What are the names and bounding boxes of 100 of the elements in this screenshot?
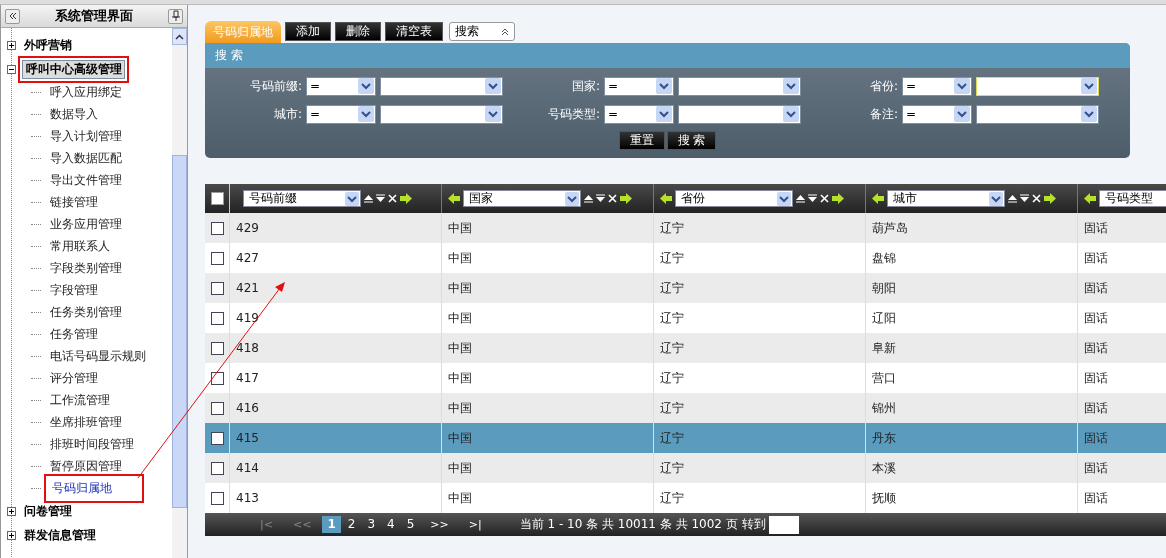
tree-item[interactable]: 常用联系人 [48, 236, 112, 256]
row-checkbox[interactable] [210, 341, 224, 355]
sort-ascending-icon[interactable] [364, 194, 373, 203]
operator-select[interactable]: = [604, 76, 674, 96]
value-select[interactable] [380, 76, 503, 96]
tree-toggle-icon[interactable] [7, 530, 16, 540]
tree-item[interactable]: 工作流管理 [48, 390, 112, 410]
select-all-checkbox[interactable] [210, 192, 224, 205]
table-row[interactable]: 427 中国 辽宁 盘锦 固话 [205, 243, 1166, 273]
column-select[interactable]: 号码类型 [1099, 190, 1166, 207]
value-select[interactable] [678, 76, 801, 96]
last-page-link[interactable]: >| [458, 518, 492, 531]
table-row[interactable]: 414 中国 辽宁 本溪 固话 [205, 453, 1166, 483]
collapse-icon[interactable] [5, 8, 20, 24]
move-left-icon[interactable] [660, 193, 672, 204]
scroll-up-icon[interactable] [175, 33, 184, 40]
tree-item[interactable]: 评分管理 [48, 368, 100, 388]
table-row[interactable]: 416 中国 辽宁 锦州 固话 [205, 393, 1166, 423]
column-select[interactable]: 省份 [675, 190, 793, 207]
tree-item[interactable]: 坐席排班管理 [48, 412, 124, 432]
column-select[interactable]: 国家 [463, 190, 581, 207]
row-checkbox[interactable] [210, 221, 224, 235]
tree-item[interactable]: 群发信息管理 [22, 525, 98, 545]
tree-item[interactable]: 外呼营销 [22, 35, 74, 55]
tree-item[interactable]: 数据导入 [48, 104, 100, 124]
next-page-link[interactable]: >> [420, 518, 459, 531]
tree-item[interactable]: 字段管理 [48, 280, 100, 300]
scrollbar[interactable] [172, 28, 187, 558]
sort-descending-icon[interactable] [376, 194, 385, 203]
operator-select[interactable]: = [902, 104, 972, 124]
value-select[interactable] [976, 104, 1099, 124]
close-icon[interactable] [1032, 194, 1041, 203]
value-select[interactable] [380, 104, 503, 124]
tree-item[interactable]: 任务类别管理 [48, 302, 124, 322]
column-select[interactable]: 城市 [887, 190, 1005, 207]
toolbar-button[interactable]: 添加 [285, 22, 331, 41]
table-row[interactable]: 419 中国 辽宁 辽阳 固话 [205, 303, 1166, 333]
row-checkbox[interactable] [210, 491, 224, 505]
tree-item[interactable]: 电话号码显示规则 [48, 346, 148, 366]
row-checkbox[interactable] [210, 371, 224, 385]
toolbar-button[interactable]: 删除 [335, 22, 381, 41]
move-left-icon[interactable] [872, 193, 884, 204]
move-right-icon[interactable] [620, 193, 632, 204]
toolbar-button[interactable]: 清空表 [385, 22, 443, 41]
search-button[interactable]: 重置 [618, 131, 665, 150]
tree-item[interactable]: 问卷管理 [22, 501, 74, 521]
operator-select[interactable]: = [902, 76, 972, 96]
operator-select[interactable]: = [604, 104, 674, 124]
move-left-icon[interactable] [1084, 193, 1096, 204]
close-icon[interactable] [388, 194, 397, 203]
close-icon[interactable] [608, 194, 617, 203]
tree-item[interactable]: 导入数据匹配 [48, 148, 124, 168]
tree-item[interactable]: 排班时间段管理 [48, 434, 136, 454]
tree-item[interactable]: 号码归属地 [50, 478, 114, 498]
move-right-icon[interactable] [1044, 193, 1056, 204]
page-link[interactable]: 4 [382, 516, 400, 533]
sort-descending-icon[interactable] [596, 194, 605, 203]
row-checkbox[interactable] [210, 281, 224, 295]
pin-icon[interactable] [168, 8, 183, 24]
tree-item[interactable]: 暂停原因管理 [48, 456, 124, 476]
tree-item[interactable]: 导出文件管理 [48, 170, 124, 190]
tree-item[interactable]: 链接管理 [48, 192, 100, 212]
sort-ascending-icon[interactable] [584, 194, 593, 203]
page-link[interactable]: 5 [401, 516, 420, 533]
move-right-icon[interactable] [400, 193, 412, 204]
row-checkbox[interactable] [210, 251, 224, 265]
page-link[interactable]: 3 [362, 516, 380, 533]
tree-item[interactable]: 业务应用管理 [48, 214, 124, 234]
tree-item[interactable]: 任务管理 [48, 324, 100, 344]
tree-item[interactable]: 导入计划管理 [48, 126, 124, 146]
move-left-icon[interactable] [448, 193, 460, 204]
table-row[interactable]: 415 中国 辽宁 丹东 固话 [205, 423, 1166, 453]
table-row[interactable]: 413 中国 辽宁 抚顺 固话 [205, 483, 1166, 513]
close-icon[interactable] [820, 194, 829, 203]
tree-item[interactable]: 呼入应用绑定 [48, 82, 124, 102]
operator-select[interactable]: = [306, 104, 376, 124]
table-row[interactable]: 418 中国 辽宁 阜新 固话 [205, 333, 1166, 363]
row-checkbox[interactable] [210, 461, 224, 475]
operator-select[interactable]: = [306, 76, 376, 96]
column-select[interactable]: 号码前缀 [243, 190, 361, 207]
value-select[interactable] [678, 104, 801, 124]
row-checkbox[interactable] [210, 431, 224, 445]
search-toggle-button[interactable]: 搜索 [449, 22, 515, 41]
move-right-icon[interactable] [832, 193, 844, 204]
sort-descending-icon[interactable] [1020, 194, 1029, 203]
row-checkbox[interactable] [210, 401, 224, 415]
tree-toggle-icon[interactable] [7, 64, 16, 74]
tree-toggle-icon[interactable] [7, 506, 16, 516]
tree-toggle-icon[interactable] [7, 40, 16, 50]
tree-item[interactable]: 字段类别管理 [48, 258, 124, 278]
page-link[interactable]: 2 [342, 516, 361, 533]
sort-ascending-icon[interactable] [1008, 194, 1017, 203]
tree-item[interactable]: 呼叫中心高级管理 [22, 59, 125, 79]
sort-ascending-icon[interactable] [796, 194, 805, 203]
table-row[interactable]: 417 中国 辽宁 营口 固话 [205, 363, 1166, 393]
table-row[interactable]: 429 中国 辽宁 葫芦岛 固话 [205, 213, 1166, 243]
search-button[interactable]: 搜 索 [666, 131, 717, 150]
table-row[interactable]: 421 中国 辽宁 朝阳 固话 [205, 273, 1166, 303]
row-checkbox[interactable] [210, 311, 224, 325]
page-input[interactable] [768, 515, 799, 534]
